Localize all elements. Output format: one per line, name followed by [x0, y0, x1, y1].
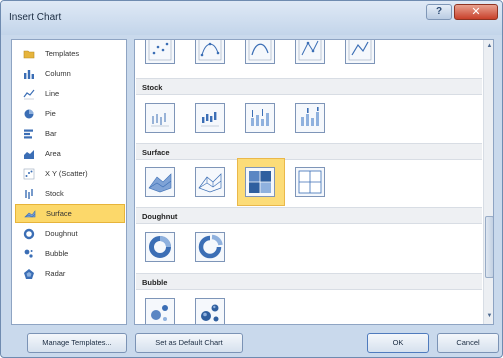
sidebar-item-area[interactable]: Area — [15, 144, 125, 163]
section-label: Surface — [142, 148, 170, 157]
sidebar-item-label: Templates — [45, 49, 80, 58]
sidebar-item-label: Stock — [45, 189, 64, 198]
section-label: Stock — [142, 83, 163, 92]
sidebar-item-label: Column — [45, 69, 71, 78]
chart-thumb-doughnut[interactable] — [145, 232, 175, 262]
sidebar-item-label: Radar — [45, 269, 66, 278]
chart-gallery: Stock Surface Doughnut Bubble ▲ ▼ — [134, 39, 494, 325]
section-header-surface: Surface — [136, 143, 482, 160]
pie-chart-icon — [24, 109, 34, 118]
bubble-icon — [151, 305, 168, 321]
sidebar-item-bar[interactable]: Bar — [15, 124, 125, 143]
section-header-stock: Stock — [136, 78, 482, 95]
stock-vhlc-icon — [251, 109, 269, 126]
help-icon: ? — [435, 6, 443, 17]
set-as-default-chart-button[interactable]: Set as Default Chart — [135, 333, 243, 353]
chart-thumb-3d-surface[interactable] — [145, 167, 175, 197]
chart-thumb-exploded-doughnut[interactable] — [195, 232, 225, 262]
manage-templates-button[interactable]: Manage Templates... — [27, 333, 127, 353]
close-button[interactable]: ✕ — [454, 4, 498, 20]
line-chart-icon — [23, 89, 35, 99]
stock-hlc-icon — [151, 113, 169, 127]
ok-button[interactable]: OK — [367, 333, 429, 353]
scatter-straight-markers-icon — [298, 40, 322, 61]
surface-3d-icon — [148, 173, 172, 193]
section-header-bubble: Bubble — [136, 273, 482, 290]
sidebar-item-label: Pie — [45, 109, 56, 118]
scatter-smooth-markers-icon — [198, 40, 222, 61]
help-button[interactable]: ? — [426, 4, 452, 20]
scatter-chart-icon — [23, 168, 35, 179]
stock-ohlc-icon — [201, 112, 219, 127]
sidebar-item-label: Doughnut — [45, 229, 78, 238]
section-label: Bubble — [142, 278, 168, 287]
sidebar-item-label: Surface — [46, 209, 72, 218]
bar-chart-icon — [24, 129, 33, 138]
doughnut-chart-icon — [23, 228, 35, 239]
stock-vohlc-icon — [301, 107, 319, 126]
sidebar-item-line[interactable]: Line — [15, 84, 125, 103]
chart-thumb-scatter-straight[interactable] — [345, 40, 375, 64]
chart-thumb-contour[interactable] — [245, 167, 275, 197]
sidebar-item-label: Line — [45, 89, 60, 98]
sidebar-item-label: X Y (Scatter) — [45, 169, 88, 178]
sidebar-item-surface[interactable]: Surface — [15, 204, 125, 223]
sidebar-item-xy-scatter[interactable]: X Y (Scatter) — [15, 164, 125, 183]
sidebar-item-label: Area — [45, 149, 61, 158]
area-chart-icon — [24, 149, 34, 159]
scroll-up-arrow-icon[interactable]: ▲ — [485, 42, 493, 51]
sidebar-item-label: Bar — [45, 129, 57, 138]
chart-thumb-wireframe-3d-surface[interactable] — [195, 167, 225, 197]
sidebar-item-label: Bubble — [45, 249, 69, 258]
column-chart-icon — [24, 69, 34, 79]
sidebar-item-stock[interactable]: Stock — [15, 184, 125, 203]
folder-icon — [23, 50, 35, 58]
scatter-straight-icon — [348, 40, 372, 61]
chart-thumb-scatter-smooth[interactable] — [245, 40, 275, 64]
section-header-doughnut: Doughnut — [136, 207, 482, 224]
wireframe-3d-surface-icon — [198, 173, 222, 193]
chart-thumb-scatter-straight-markers[interactable] — [295, 40, 325, 64]
sidebar-item-templates[interactable]: Templates — [15, 44, 125, 63]
bubble-chart-icon — [24, 249, 33, 258]
insert-chart-dialog: Insert Chart ? ✕ Templates Column Line P… — [0, 0, 503, 358]
window-title: Insert Chart — [9, 12, 62, 23]
exploded-doughnut-icon — [198, 234, 223, 259]
doughnut-icon — [149, 236, 171, 258]
chart-thumb-3d-bubble[interactable] — [195, 298, 225, 324]
stock-chart-icon — [25, 188, 33, 199]
scatter-markers-icon — [148, 40, 172, 61]
scatter-smooth-icon — [248, 40, 272, 61]
chart-thumb-scatter-smooth-markers[interactable] — [195, 40, 225, 64]
title-bar: Insert Chart ? ✕ — [1, 1, 502, 35]
chart-type-list: Templates Column Line Pie Bar Area X Y (… — [11, 39, 127, 325]
sidebar-item-doughnut[interactable]: Doughnut — [15, 224, 125, 243]
gallery-scrollbar[interactable]: ▲ ▼ — [483, 40, 493, 324]
surface-chart-icon — [24, 209, 36, 217]
bubble-3d-icon — [201, 304, 219, 322]
chart-thumb-stock-vohlc[interactable] — [295, 103, 325, 133]
radar-chart-icon — [24, 268, 34, 279]
contour-icon — [249, 171, 271, 193]
chart-thumb-stock-hlc[interactable] — [145, 103, 175, 133]
chart-thumb-scatter-markers[interactable] — [145, 40, 175, 64]
section-label: Doughnut — [142, 212, 178, 221]
chart-thumb-stock-vhlc[interactable] — [245, 103, 275, 133]
scroll-thumb[interactable] — [485, 216, 493, 278]
chart-thumb-bubble[interactable] — [145, 298, 175, 324]
chart-thumb-wireframe-contour[interactable] — [295, 167, 325, 197]
sidebar-item-bubble[interactable]: Bubble — [15, 244, 125, 263]
sidebar-item-radar[interactable]: Radar — [15, 264, 125, 283]
sidebar-item-column[interactable]: Column — [15, 64, 125, 83]
chart-thumb-stock-ohlc[interactable] — [195, 103, 225, 133]
cancel-button[interactable]: Cancel — [437, 333, 499, 353]
scroll-down-arrow-icon[interactable]: ▼ — [485, 312, 493, 321]
close-icon: ✕ — [471, 6, 481, 18]
wireframe-contour-icon — [298, 170, 322, 194]
sidebar-item-pie[interactable]: Pie — [15, 104, 125, 123]
